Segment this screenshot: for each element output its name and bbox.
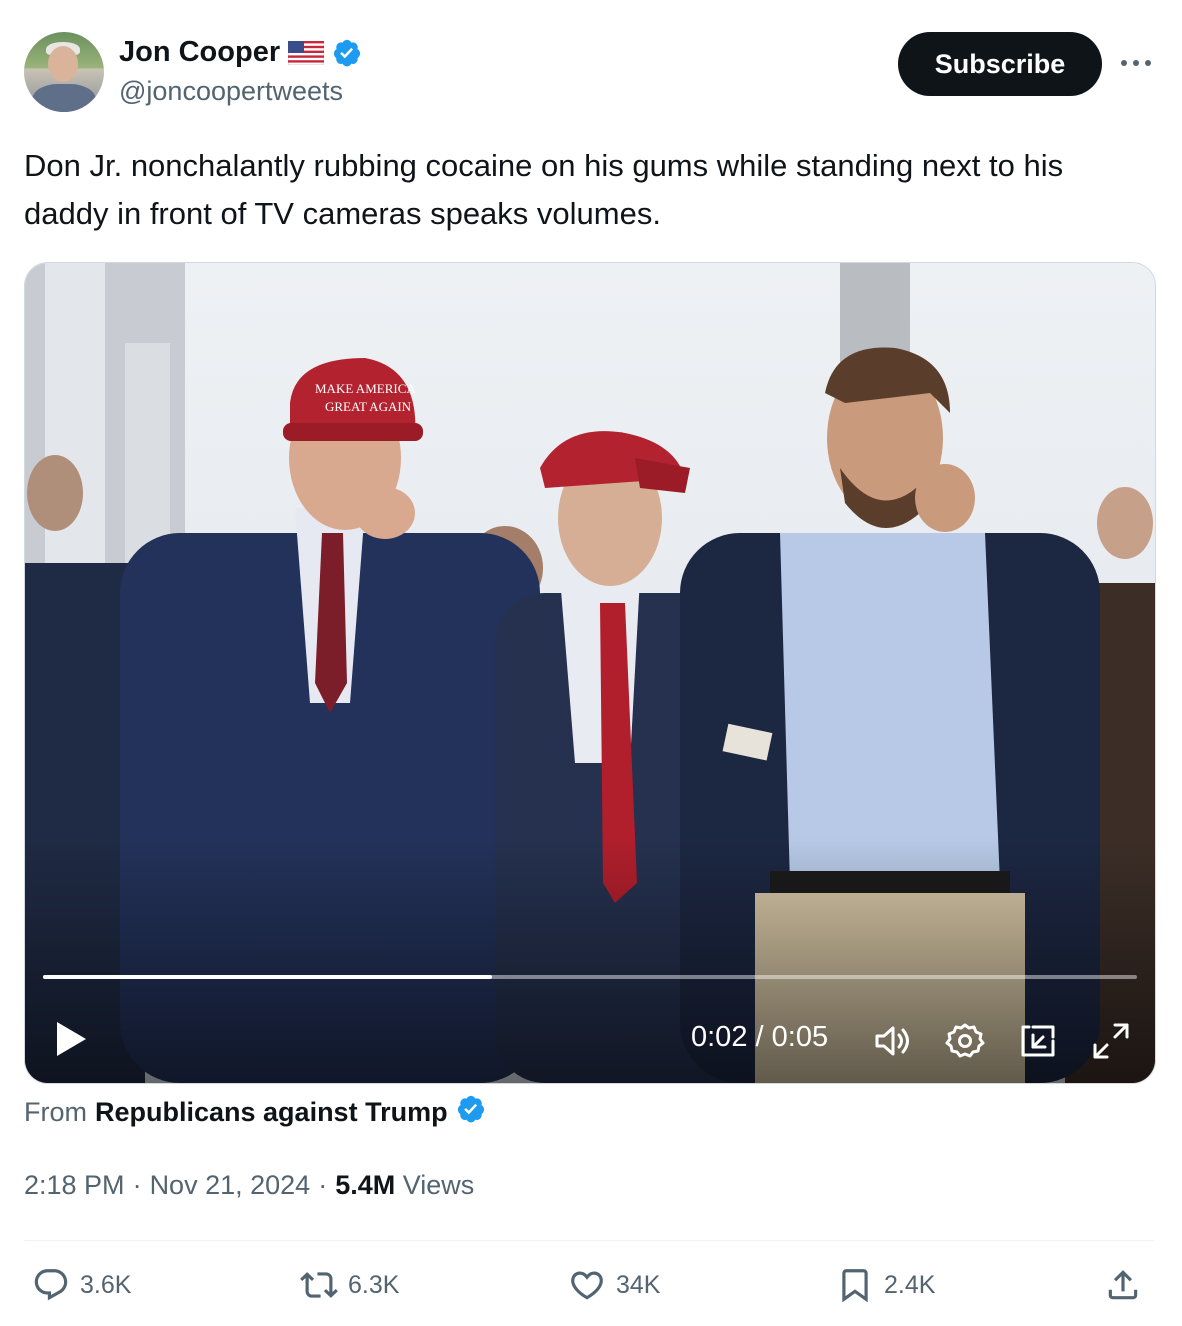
author-avatar[interactable] xyxy=(24,32,104,112)
source-prefix: From xyxy=(24,1097,87,1127)
picture-in-picture-icon[interactable] xyxy=(1019,1021,1059,1061)
video-source-row: From Republicans against Trump xyxy=(24,1094,486,1131)
video-player[interactable]: MAKE AMERICA GREAT AGAIN 0:02 / 0:05 xyxy=(24,262,1156,1084)
source-account-link[interactable]: Republicans against Trump xyxy=(95,1097,448,1128)
avatar-face xyxy=(48,46,78,82)
video-time-display: 0:02 / 0:05 xyxy=(691,1021,828,1054)
repost-icon xyxy=(300,1272,338,1298)
subscribe-button[interactable]: Subscribe xyxy=(898,32,1102,96)
author-name[interactable]: Jon Cooper xyxy=(119,36,280,69)
share-icon xyxy=(1108,1270,1138,1300)
video-duration: 0:05 xyxy=(771,1021,829,1053)
author-name-row: Jon Cooper xyxy=(119,36,362,69)
reply-count: 3.6K xyxy=(80,1270,132,1299)
video-current-time: 0:02 xyxy=(691,1021,748,1053)
tweet-date[interactable]: Nov 21, 2024 xyxy=(150,1170,311,1201)
volume-icon[interactable] xyxy=(873,1021,913,1061)
source-verified-badge-icon xyxy=(456,1094,486,1131)
like-count: 34K xyxy=(616,1270,661,1299)
settings-gear-icon[interactable] xyxy=(945,1021,985,1061)
repost-button[interactable]: 6.3K xyxy=(300,1266,399,1304)
tweet-time[interactable]: 2:18 PM xyxy=(24,1170,125,1201)
reply-button[interactable]: 3.6K xyxy=(32,1266,131,1304)
meta-separator: · xyxy=(318,1170,328,1200)
more-options-icon[interactable] xyxy=(1116,48,1156,78)
video-progress-fill xyxy=(43,975,492,979)
video-time-separator: / xyxy=(755,1021,764,1053)
author-handle[interactable]: @joncoopertweets xyxy=(119,76,343,107)
play-icon[interactable] xyxy=(53,1019,89,1059)
us-flag-icon xyxy=(287,40,325,65)
bookmark-icon xyxy=(842,1269,868,1303)
tweet-meta: 2:18 PM · Nov 21, 2024 · 5.4M Views xyxy=(24,1170,474,1201)
tweet-text: Don Jr. nonchalantly rubbing cocaine on … xyxy=(24,148,1064,231)
heart-icon xyxy=(571,1271,603,1300)
actions-divider xyxy=(24,1240,1154,1241)
bookmark-button[interactable]: 2.4K xyxy=(836,1266,935,1304)
avatar-shirt xyxy=(32,84,96,112)
views-count: 5.4M xyxy=(335,1170,396,1200)
verified-badge-icon[interactable] xyxy=(332,38,362,68)
bookmark-count: 2.4K xyxy=(884,1270,936,1299)
video-frame: MAKE AMERICA GREAT AGAIN xyxy=(25,263,1155,1083)
views-label: Views xyxy=(402,1170,475,1200)
meta-separator: · xyxy=(132,1170,142,1200)
like-button[interactable]: 34K xyxy=(568,1266,660,1304)
reply-icon xyxy=(34,1269,68,1301)
fullscreen-icon[interactable] xyxy=(1091,1021,1131,1061)
repost-count: 6.3K xyxy=(348,1270,400,1299)
share-button[interactable] xyxy=(1104,1266,1142,1304)
video-progress-bar[interactable] xyxy=(43,975,1137,979)
